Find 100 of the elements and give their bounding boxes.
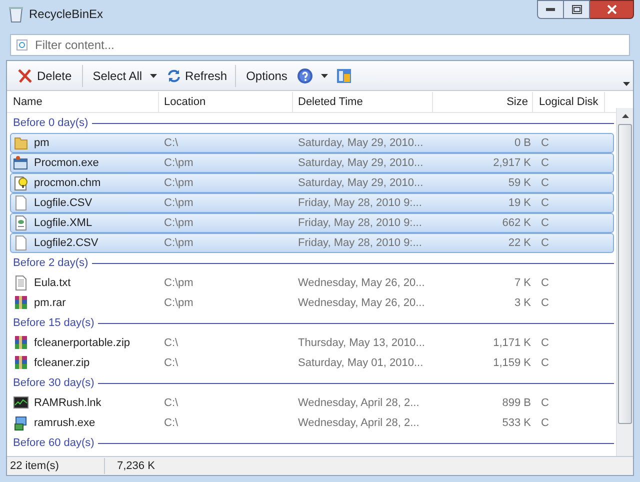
delete-button[interactable]: Delete [11, 64, 78, 88]
group-header: Before 30 day(s) [13, 376, 94, 391]
group-header: Before 15 day(s) [13, 316, 94, 331]
file-name: Procmon.exe [34, 156, 99, 171]
disk-cell-text: C [540, 136, 549, 151]
maximize-button[interactable] [564, 0, 590, 19]
deleted-time-cell-text: Friday, May 28, 2010 9:... [297, 236, 423, 251]
file-name: ramrush.exe [34, 416, 96, 431]
deleted-time-cell-text: Saturday, May 29, 2010... [297, 156, 424, 171]
column-header[interactable]: Location [159, 92, 293, 112]
file-name: fcleaner.zip [34, 356, 90, 371]
caret-icon [321, 74, 328, 78]
size-cell-text: 22 K [507, 236, 532, 251]
deleted-time-cell-text: Friday, May 28, 2010 9:... [297, 196, 423, 211]
filter-icon [16, 39, 28, 51]
total-size: 7,236 K [116, 458, 155, 474]
archive-icon [13, 335, 29, 351]
file-row[interactable]: pm C:\ Saturday, May 29, 2010... 0 B C [10, 133, 614, 153]
file-name: fcleanerportable.zip [34, 336, 130, 351]
column-header[interactable]: Name [7, 92, 159, 112]
file-row[interactable]: Procmon.exe C:\pm Saturday, May 29, 2010... 2,917 K C [10, 153, 614, 173]
deleted-time-cell-text: Wednesday, April 28, 2... [297, 416, 420, 431]
file-row[interactable]: fcleanerportable.zip C:\ Thursday, May 13, 2010... 1,171 K C [10, 333, 614, 353]
deleted-time-cell-text: Saturday, May 29, 2010... [297, 176, 424, 191]
file-row[interactable]: RAMRush.lnk C:\ Wednesday, April 28, 2... 899 B C [10, 393, 614, 413]
xml-file-icon [13, 215, 29, 231]
deleted-time-cell-text: Wednesday, April 28, 2... [297, 396, 420, 411]
scroll-up-icon [622, 114, 628, 118]
file-name: Logfile.CSV [34, 196, 92, 211]
cross-icon [17, 68, 33, 84]
file-row[interactable]: Logfile.CSV C:\pm Friday, May 28, 2010 9:... 19 K C [10, 193, 614, 213]
file-row[interactable]: Logfile.XML C:\pm Friday, May 28, 2010 9:... 662 K C [10, 213, 614, 233]
size-cell-text: 533 K [501, 416, 532, 431]
close-button[interactable] [590, 0, 634, 19]
disk-cell-text: C [540, 396, 549, 411]
file-row[interactable]: Eula.txt C:\pm Wednesday, May 26, 20... 7 K C [10, 273, 614, 293]
column-header[interactable]: Size [433, 92, 533, 112]
disk-cell-text: C [540, 276, 549, 291]
archive-icon [13, 295, 29, 311]
monitor-icon [13, 395, 29, 411]
file-row[interactable]: fcleaner.zip C:\ Saturday, May 01, 2010... 1,159 K C [10, 353, 614, 373]
disk-cell-text: C [540, 236, 549, 251]
folder-icon [13, 135, 29, 151]
refresh-button[interactable]: Refresh [163, 64, 232, 88]
disk-cell-text: C [540, 196, 549, 211]
location-cell-text: C:\ [163, 336, 180, 351]
size-cell-text: 19 K [507, 196, 532, 211]
location-cell-text: C:\pm [163, 236, 194, 251]
deleted-time-cell-text: Friday, May 28, 2010 9:... [297, 216, 423, 231]
help-file-icon [13, 175, 29, 191]
size-cell-text: 59 K [507, 176, 532, 191]
file-row[interactable]: procmon.chm C:\pm Saturday, May 29, 2010... 59 K C [10, 173, 614, 193]
document-icon [13, 195, 29, 211]
scrollbar[interactable] [616, 108, 633, 456]
minimize-button[interactable] [537, 0, 564, 19]
column-header[interactable]: Deleted Time [293, 92, 433, 112]
group-header: Before 0 day(s) [13, 116, 88, 131]
file-name: procmon.chm [34, 176, 101, 191]
deleted-time-cell-text: Saturday, May 01, 2010... [297, 356, 424, 371]
file-row[interactable]: Logfile2.CSV C:\pm Friday, May 28, 2010 9:... 22 K C [10, 233, 614, 253]
file-name: pm [34, 136, 50, 151]
location-cell-text: C:\pm [163, 196, 194, 211]
overflow-caret-icon [623, 82, 630, 86]
disk-cell-text: C [540, 356, 549, 371]
options-button[interactable]: Options [240, 64, 294, 88]
size-cell-text: 899 B [501, 396, 532, 411]
column-header[interactable]: Logical Disk [533, 92, 605, 112]
disk-cell-text: C [540, 416, 549, 431]
file-row[interactable]: ramrush.exe C:\ Wednesday, April 28, 2... 533 K C [10, 413, 614, 433]
location-cell-text: C:\pm [163, 176, 194, 191]
help-icon [297, 68, 314, 84]
size-cell-text: 1,171 K [492, 336, 532, 351]
disk-cell-text: C [540, 176, 549, 191]
group-header: Before 2 day(s) [13, 256, 88, 271]
archive-icon [13, 355, 29, 371]
location-cell-text: C:\ [163, 136, 180, 151]
filter-field[interactable]: Filter content... [10, 34, 630, 56]
text-file-icon [13, 275, 29, 291]
file-name: Eula.txt [34, 276, 71, 291]
close-icon [606, 5, 616, 14]
location-cell-text: C:\pm [163, 156, 194, 171]
window-title: RecycleBinEx [29, 6, 104, 23]
scroll-thumb[interactable] [618, 124, 632, 424]
select-all-button[interactable]: Select All [86, 64, 164, 88]
file-name: RAMRush.lnk [34, 396, 102, 411]
file-name: Logfile.XML [34, 216, 92, 231]
window-icon [336, 68, 352, 84]
location-cell-text: C:\pm [163, 296, 194, 311]
location-cell-text: C:\pm [163, 216, 194, 231]
deleted-time-cell-text: Thursday, May 13, 2010... [297, 336, 426, 351]
caret-icon [150, 74, 158, 78]
disk-cell-text: C [540, 156, 549, 171]
minimize-icon [546, 8, 555, 11]
file-row[interactable]: pm.rar C:\pm Wednesday, May 26, 20... 3 K C [10, 293, 614, 313]
disk-cell-text: C [540, 296, 549, 311]
size-cell-text: 0 B [513, 136, 532, 151]
maximize-icon [572, 5, 582, 14]
recycle-bin-icon [9, 5, 23, 23]
document-icon [13, 235, 29, 251]
item-count: 22 item(s) [7, 458, 105, 474]
